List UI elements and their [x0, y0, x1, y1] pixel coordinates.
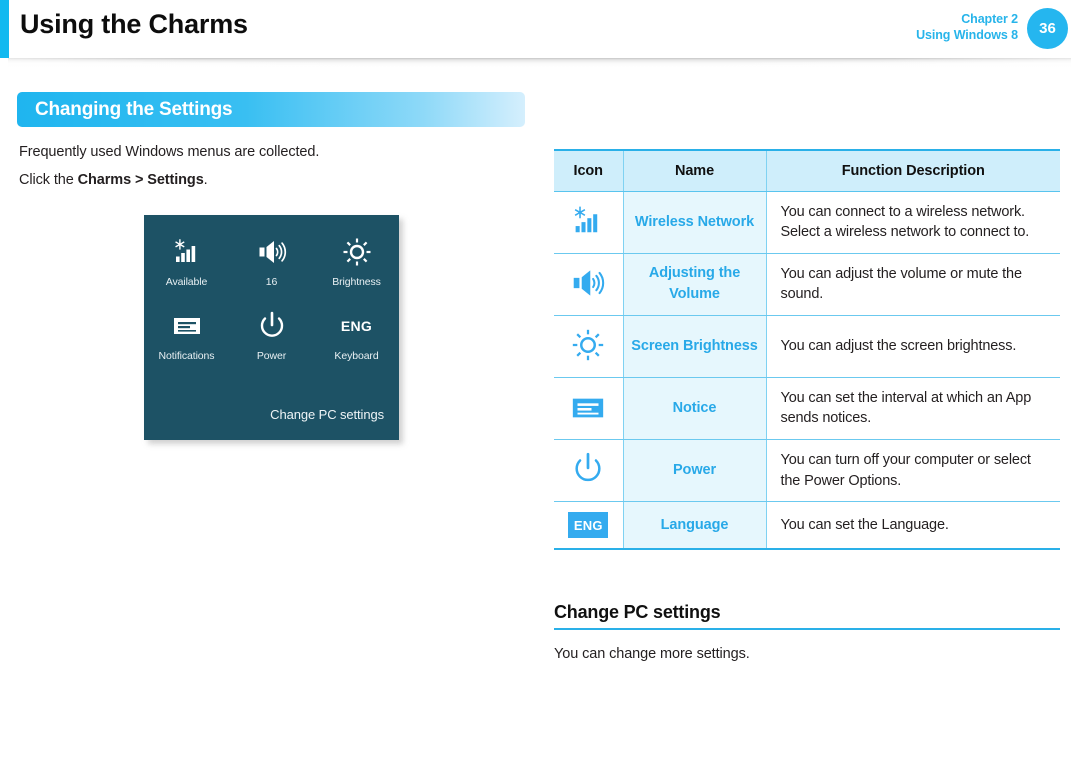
function-table-block: Icon Name Function Description Wireless … [554, 149, 1060, 551]
table-cell-icon [554, 377, 624, 440]
wireless-network-icon [171, 233, 203, 271]
table-cell-name: Adjusting the Volume [623, 253, 767, 316]
table-row: Wireless Network You can connect to a wi… [554, 191, 1060, 254]
intro-paragraph: Frequently used Windows menus are collec… [19, 144, 320, 160]
table-cell-name: Wireless Network [623, 191, 767, 254]
instruction-suffix: . [203, 172, 208, 188]
settings-tile-label: Notifications [158, 350, 215, 362]
settings-panel: Available 16 Brightness Notifications Po… [144, 215, 399, 440]
table-cell-name: Power [623, 439, 767, 503]
table-header-icon: Icon [554, 149, 624, 192]
table-header-row: Icon Name Function Description [554, 149, 1060, 192]
table-cell-icon [554, 439, 624, 503]
settings-tile-wireless[interactable]: Available [144, 233, 229, 307]
table-row: ENG Language You can set the Language. [554, 501, 1060, 551]
instruction-paragraph: Click the Charms > Settings. [19, 172, 208, 188]
volume-icon [256, 233, 288, 271]
power-icon [257, 307, 287, 345]
table-cell-description: You can set the Language. [766, 501, 1060, 551]
table-cell-name: Screen Brightness [623, 315, 767, 378]
keyboard-language-icon: ENG [341, 307, 372, 345]
table-cell-name: Notice [623, 377, 767, 440]
table-row: Notice You can set the interval at which… [554, 377, 1060, 440]
power-icon [565, 450, 611, 488]
change-pc-settings-link[interactable]: Change PC settings [270, 407, 384, 422]
table-row: Power You can turn off your computer or … [554, 439, 1060, 503]
volume-icon [565, 264, 611, 302]
settings-tile-volume[interactable]: 16 [229, 233, 314, 307]
subsection-block: Change PC settings You can change more s… [554, 602, 1060, 662]
notifications-icon [171, 307, 203, 345]
header-divider-shadow [8, 58, 1071, 68]
settings-tile-keyboard[interactable]: ENG Keyboard [314, 307, 399, 381]
table-cell-description: You can turn off your computer or select… [766, 439, 1060, 503]
table-cell-icon [554, 191, 624, 254]
page-header: Using the Charms Chapter 2 Using Windows… [0, 0, 1080, 58]
chapter-subtitle: Using Windows 8 [916, 28, 1018, 42]
function-table: Icon Name Function Description Wireless … [554, 149, 1060, 551]
brightness-icon [341, 233, 373, 271]
wireless-network-icon [565, 202, 611, 240]
language-icon: ENG [568, 512, 609, 539]
settings-tile-label: Available [165, 276, 208, 288]
table-header-name: Name [623, 149, 767, 192]
instruction-prefix: Click the [19, 172, 78, 188]
instruction-bold: Charms > Settings [77, 172, 204, 188]
settings-tile-label: Brightness [332, 276, 381, 288]
settings-tile-brightness[interactable]: Brightness [314, 233, 399, 307]
table-cell-description: You can adjust the volume or mute the so… [766, 253, 1060, 316]
notice-icon [565, 389, 611, 427]
table-cell-description: You can adjust the screen brightness. [766, 315, 1060, 378]
brightness-icon [565, 326, 611, 364]
header-accent-bar [0, 0, 9, 58]
settings-tile-grid: Available 16 Brightness Notifications Po… [144, 233, 399, 381]
keyboard-language-text: ENG [340, 318, 373, 334]
settings-tile-power[interactable]: Power [229, 307, 314, 381]
table-cell-name: Language [623, 501, 767, 551]
page-number-badge: 36 [1027, 8, 1068, 49]
table-cell-description: You can connect to a wireless network. S… [766, 191, 1060, 254]
table-cell-icon [554, 253, 624, 316]
settings-tile-label: Power [256, 350, 287, 362]
section-banner: Changing the Settings [17, 92, 525, 127]
subsection-body: You can change more settings. [554, 646, 750, 662]
table-header-description: Function Description [766, 149, 1060, 192]
settings-tile-label: Keyboard [334, 350, 379, 362]
page-root: Using the Charms Chapter 2 Using Windows… [0, 0, 1080, 766]
table-row: Screen Brightness You can adjust the scr… [554, 315, 1060, 378]
subsection-title: Change PC settings [554, 602, 1060, 630]
table-cell-icon [554, 315, 624, 378]
page-title: Using the Charms [20, 9, 248, 39]
table-row: Adjusting the Volume You can adjust the … [554, 253, 1060, 316]
header-chapter-block: Chapter 2 Using Windows 8 [916, 11, 1018, 43]
table-cell-description: You can set the interval at which an App… [766, 377, 1060, 440]
table-cell-icon: ENG [554, 501, 624, 551]
section-banner-title: Changing the Settings [35, 98, 233, 120]
settings-tile-notifications[interactable]: Notifications [144, 307, 229, 381]
settings-tile-label: 16 [265, 276, 278, 288]
settings-panel-screenshot: Available 16 Brightness Notifications Po… [144, 215, 403, 444]
chapter-label: Chapter 2 [961, 12, 1018, 26]
